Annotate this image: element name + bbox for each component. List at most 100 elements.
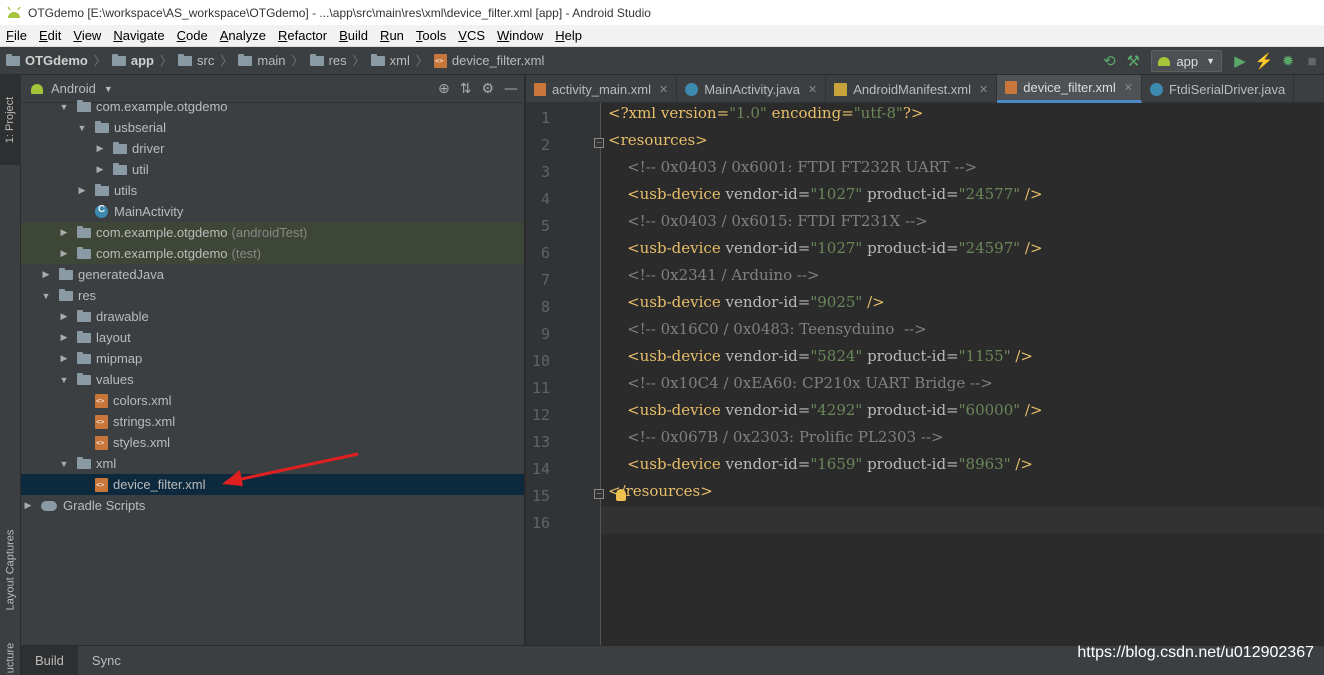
code-token: "1659" [810, 455, 863, 473]
tree-row[interactable]: styles.xml [21, 432, 524, 453]
tab-activity-main[interactable]: activity_main.xml ✕ [526, 75, 678, 103]
tool-tab-project[interactable]: 1: Project [0, 75, 21, 165]
breadcrumb-app[interactable]: app 〉 [111, 52, 172, 69]
breadcrumb-main[interactable]: main 〉 [238, 52, 304, 69]
line-number: 7 [540, 271, 550, 289]
target-icon[interactable]: ⊕ [438, 81, 450, 97]
code-token: "60000" [958, 401, 1021, 419]
close-icon[interactable]: ✕ [659, 83, 668, 96]
breadcrumb-device-filter[interactable]: device_filter.xml [433, 53, 544, 68]
debug-icon[interactable]: ✹ [1276, 49, 1300, 73]
folder-icon [77, 309, 91, 322]
breadcrumb-res[interactable]: res 〉 [309, 52, 365, 69]
tree-row[interactable]: ▼ xml [21, 453, 524, 474]
tab-android-manifest[interactable]: AndroidManifest.xml ✕ [826, 75, 998, 103]
chevron-right-icon: 〉 [93, 54, 106, 68]
collapse-all-icon[interactable]: ⇅ [460, 81, 472, 97]
code-token: vendor-id= [725, 185, 811, 203]
toolbar-right: ⟲ ⚒ app ▼ ▶ ⚡ ✹ ■ [1097, 47, 1324, 75]
run-icon[interactable]: ▶ [1228, 49, 1252, 73]
close-icon[interactable]: ✕ [1124, 81, 1133, 94]
menu-build[interactable]: Build [333, 25, 374, 47]
stop-icon[interactable]: ■ [1300, 49, 1324, 73]
tool-tab-layout-captures[interactable]: Layout Captures [0, 515, 21, 625]
xml-file-icon [534, 82, 546, 96]
run-config-select[interactable]: app ▼ [1151, 50, 1222, 72]
breadcrumb-otgdemo[interactable]: OTGdemo 〉 [6, 52, 106, 69]
tree-row[interactable]: ▼ res [21, 285, 524, 306]
folder-icon [370, 53, 385, 66]
tab-main-activity[interactable]: MainActivity.java ✕ [677, 75, 827, 103]
tree-row[interactable]: MainActivity [21, 201, 524, 222]
code-token: <usb-device [608, 239, 726, 257]
menu-file[interactable]: File [0, 25, 33, 47]
tab-sync[interactable]: Sync [78, 646, 135, 675]
apply-changes-icon[interactable]: ⚡ [1252, 49, 1276, 73]
code-token: <usb-device [608, 185, 726, 203]
collapse-arrow-icon: ▶ [60, 353, 68, 363]
sync-project-icon[interactable]: ⟲ [1097, 49, 1121, 73]
gear-icon[interactable]: ⚙ [481, 81, 494, 97]
code-token: <!-- 0x16C0 / 0x0483: Teensyduino --> [608, 320, 927, 338]
tree-row[interactable]: ▶ drawable [21, 306, 524, 327]
breadcrumb-src[interactable]: src 〉 [178, 52, 232, 69]
tree-row-selected[interactable]: device_filter.xml [21, 474, 524, 495]
minimize-icon[interactable]: — [504, 81, 518, 97]
tree-row[interactable]: ▶ com.example.otgdemo (test) [21, 243, 524, 264]
tree-row[interactable]: ▶ Gradle Scripts [21, 495, 524, 516]
tree-row[interactable]: ▶ layout [21, 327, 524, 348]
menu-tools[interactable]: Tools [410, 25, 452, 47]
menu-view[interactable]: View [67, 25, 107, 47]
tree-row[interactable]: ▼ com.example.otgdemo [21, 96, 524, 117]
tree-row[interactable]: ▼ usbserial [21, 117, 524, 138]
code-token: <resources> [608, 131, 708, 149]
java-class-icon [95, 204, 108, 218]
line-number: 6 [540, 244, 550, 262]
chevron-right-icon: 〉 [352, 54, 365, 68]
menu-help[interactable]: Help [549, 25, 588, 47]
chevron-right-icon: 〉 [159, 54, 172, 68]
menu-run[interactable]: Run [374, 25, 410, 47]
line-number: 2 [540, 136, 550, 154]
tab-build[interactable]: Build [21, 645, 78, 675]
code-line: <usb-device vendor-id="9025" /> [608, 293, 885, 320]
collapse-arrow-icon: ▶ [60, 332, 68, 342]
tree-row[interactable]: ▶ utils [21, 180, 524, 201]
collapse-arrow-icon: ▶ [42, 269, 50, 279]
build-hammer-icon[interactable]: ⚒ [1121, 49, 1145, 73]
code-token: "1.0" [729, 104, 767, 122]
menu-vcs[interactable]: VCS [452, 25, 491, 47]
tree-row[interactable]: colors.xml [21, 390, 524, 411]
fold-marker-icon[interactable]: − [594, 489, 604, 499]
tree-row[interactable]: ▶ mipmap [21, 348, 524, 369]
tree-row[interactable]: ▶ util [21, 159, 524, 180]
menu-code[interactable]: Code [171, 25, 214, 47]
close-icon[interactable]: ✕ [808, 83, 817, 96]
current-line-highlight [601, 507, 1324, 534]
lightbulb-icon[interactable] [616, 489, 626, 501]
tab-device-filter[interactable]: device_filter.xml ✕ [997, 75, 1142, 103]
menu-analyze[interactable]: Analyze [214, 25, 272, 47]
code-token: "1027" [810, 239, 863, 257]
java-class-icon [685, 82, 699, 96]
tree-row[interactable]: ▼ values [21, 369, 524, 390]
collapse-arrow-icon: ▶ [60, 311, 68, 321]
menu-window[interactable]: Window [491, 25, 549, 47]
expand-arrow-icon: ▼ [59, 458, 69, 469]
tab-ftdi-serial-driver[interactable]: FtdiSerialDriver.java [1142, 75, 1295, 103]
menu-navigate[interactable]: Navigate [107, 25, 170, 47]
close-icon[interactable]: ✕ [979, 83, 988, 96]
tree-row[interactable]: ▶ com.example.otgdemo (androidTest) [21, 222, 524, 243]
tree-row[interactable]: ▶ generatedJava [21, 264, 524, 285]
tree-row[interactable]: strings.xml [21, 411, 524, 432]
menu-edit[interactable]: Edit [33, 25, 67, 47]
menu-refactor[interactable]: Refactor [272, 25, 333, 47]
breadcrumb-xml[interactable]: xml 〉 [370, 52, 428, 69]
collapse-arrow-icon: ▶ [60, 248, 68, 258]
code-token: /> [862, 293, 885, 311]
fold-marker-icon[interactable]: − [594, 138, 604, 148]
package-icon [77, 99, 91, 112]
tree-row[interactable]: ▶ driver [21, 138, 524, 159]
code-token: "8963" [958, 455, 1011, 473]
tool-tab-structure[interactable]: ucture [0, 640, 21, 675]
